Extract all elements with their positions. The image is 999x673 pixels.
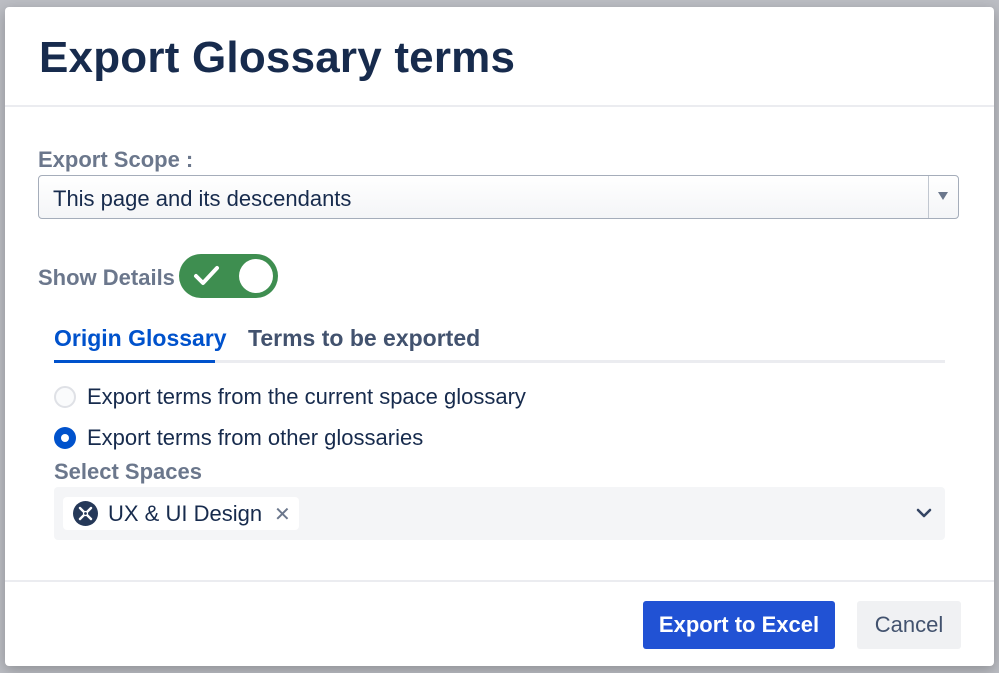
export-scope-label: Export Scope : xyxy=(38,147,194,172)
radio-label: Export terms from the current space glos… xyxy=(87,384,526,409)
tab-terms-to-be-exported[interactable]: Terms to be exported xyxy=(248,325,480,352)
tab-bar: Origin Glossary Terms to be exported xyxy=(54,321,945,365)
header-divider xyxy=(5,105,994,107)
select-arrow-button[interactable] xyxy=(928,176,958,218)
active-tab-indicator xyxy=(54,360,215,363)
footer-divider xyxy=(5,580,994,582)
chevron-down-icon[interactable] xyxy=(915,504,933,522)
tab-origin-glossary[interactable]: Origin Glossary xyxy=(54,325,227,352)
export-scope-select[interactable]: This page and its descendants xyxy=(38,175,959,219)
toggle-knob xyxy=(239,259,273,293)
radio-label: Export terms from other glossaries xyxy=(87,425,424,450)
export-scope-value: This page and its descendants xyxy=(53,186,352,211)
remove-chip-icon[interactable]: ✕ xyxy=(274,502,291,527)
radio-dot xyxy=(61,434,69,442)
show-details-label: Show Details xyxy=(38,265,175,290)
cancel-button[interactable]: Cancel xyxy=(857,601,961,649)
caret-down-icon xyxy=(938,192,948,200)
select-spaces-label: Select Spaces xyxy=(54,459,202,484)
select-spaces-input[interactable]: UX & UI Design ✕ xyxy=(54,487,945,540)
radio-unchecked-icon[interactable] xyxy=(54,386,76,408)
show-details-toggle[interactable] xyxy=(179,254,278,298)
export-dialog: Export Glossary terms Export Scope : Thi… xyxy=(5,7,994,666)
dialog-header: Export Glossary terms xyxy=(5,7,994,105)
space-chip: UX & UI Design ✕ xyxy=(63,497,299,530)
space-avatar-icon xyxy=(73,501,98,526)
dialog-title: Export Glossary terms xyxy=(39,33,516,82)
space-chip-label: UX & UI Design xyxy=(108,501,263,526)
check-icon xyxy=(194,266,219,285)
export-to-excel-button[interactable]: Export to Excel xyxy=(643,601,835,649)
radio-checked-icon[interactable] xyxy=(54,427,76,449)
